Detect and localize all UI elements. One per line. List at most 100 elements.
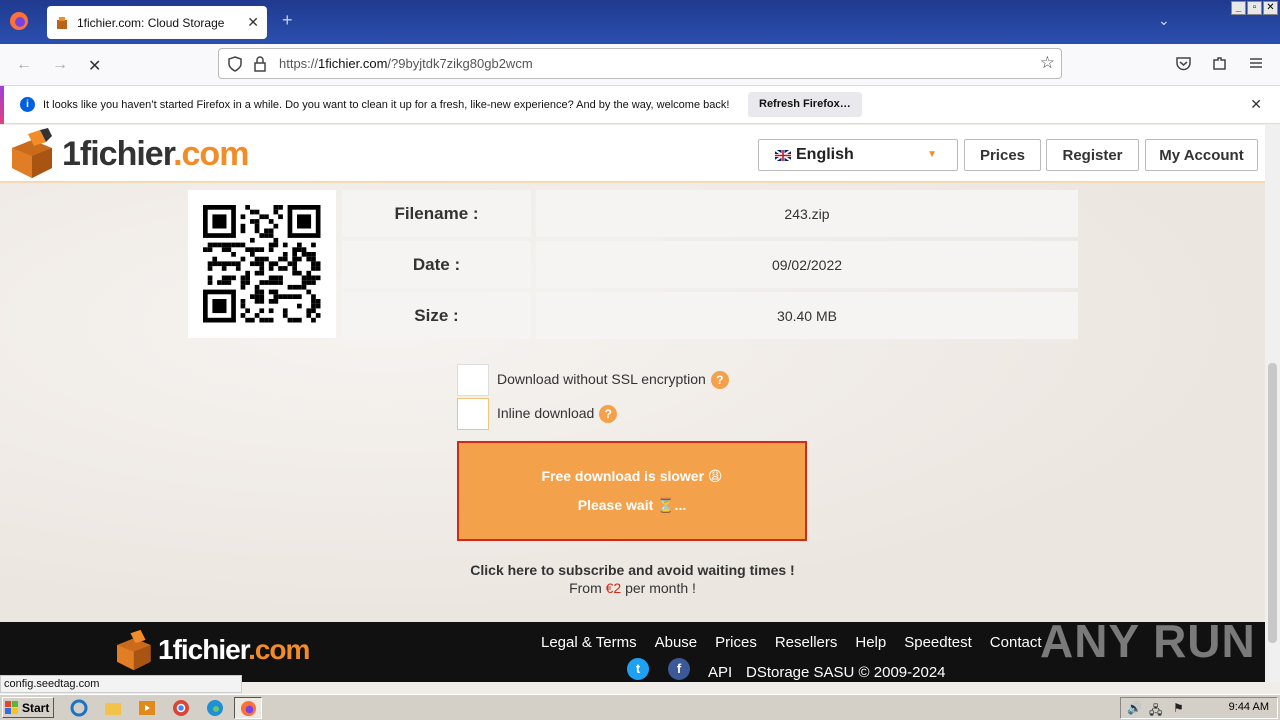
- url-host: 1fichier.com: [318, 56, 388, 71]
- footer-logo[interactable]: 1fichier.com: [112, 628, 310, 672]
- date-value: 09/02/2022: [536, 241, 1078, 288]
- firefox-icon[interactable]: [8, 10, 30, 32]
- clock: 9:44 AM: [1228, 701, 1269, 713]
- new-tab-icon[interactable]: +: [282, 10, 293, 31]
- bookmark-star-icon[interactable]: ☆: [1040, 53, 1055, 73]
- free-download-button[interactable]: Free download is slower 😩 Please wait ⏳.…: [457, 441, 807, 541]
- back-arrow-icon[interactable]: ←: [16, 56, 32, 74]
- subscribe-link[interactable]: Click here to subscribe and avoid waitin…: [0, 562, 1265, 578]
- notification-accent-bar: [0, 85, 4, 124]
- box-logo-icon: [117, 629, 151, 671]
- footer-logo-text: 1fichier.com: [158, 634, 310, 665]
- list-tabs-chevron-icon[interactable]: ⌄: [1158, 12, 1170, 29]
- scrollbar-thumb[interactable]: [1268, 363, 1277, 643]
- uk-flag-icon: [775, 149, 791, 161]
- my-account-button[interactable]: My Account: [1145, 139, 1258, 171]
- help-icon[interactable]: ?: [599, 405, 618, 424]
- media-player-icon[interactable]: [138, 699, 156, 717]
- download-line-2: Please wait ⏳...: [577, 497, 687, 513]
- internet-explorer-icon[interactable]: [70, 699, 88, 717]
- anyrun-watermark: ANY RUN: [1040, 615, 1256, 667]
- footer-link-resellers[interactable]: Resellers: [775, 634, 838, 651]
- flag-icon[interactable]: ⚑: [1173, 701, 1184, 715]
- logo-text: 1fichier.com: [62, 134, 249, 173]
- filename-value: 243.zip: [536, 190, 1078, 237]
- footer-link-help[interactable]: Help: [855, 634, 886, 651]
- status-bar: config.seedtag.com: [0, 675, 242, 693]
- tab-title: 1fichier.com: Cloud Storage: [77, 15, 225, 30]
- tab-cloud-storage[interactable]: 1fichier.com: Cloud Storage ✕: [47, 6, 267, 39]
- lock-icon[interactable]: [253, 56, 267, 72]
- footer-link-abuse[interactable]: Abuse: [655, 634, 698, 651]
- prices-button[interactable]: Prices: [964, 139, 1041, 171]
- edge-icon[interactable]: [206, 699, 224, 717]
- notification-message: It looks like you haven’t started Firefo…: [43, 98, 730, 111]
- windows-logo-icon: [5, 700, 18, 714]
- minimize-icon[interactable]: _: [1231, 1, 1246, 15]
- no-ssl-checkbox[interactable]: [457, 364, 489, 396]
- forward-arrow-icon[interactable]: →: [52, 56, 68, 74]
- system-tray: 🔊 🖧 ⚑ 9:44 AM: [1120, 697, 1278, 719]
- footer-copyright: DStorage SASU © 2009-2024: [746, 664, 946, 681]
- no-ssl-label: Download without SSL encryption: [497, 371, 706, 387]
- window-controls: _ ▫ ✕: [1231, 1, 1278, 15]
- help-icon[interactable]: ?: [710, 371, 729, 390]
- download-line-1: Free download is slower 😩: [541, 468, 723, 484]
- refresh-firefox-button[interactable]: Refresh Firefox…: [748, 92, 862, 117]
- browser-nav-bar: ← → ✕ https://1fichier.com/?9byjtdk7zikg…: [0, 44, 1280, 86]
- maximize-icon[interactable]: ▫: [1247, 1, 1262, 15]
- folder-icon[interactable]: [104, 699, 122, 717]
- chevron-down-icon: ▼: [927, 149, 937, 160]
- language-select[interactable]: English ▼: [758, 139, 958, 171]
- shield-icon[interactable]: [227, 56, 243, 72]
- volume-icon[interactable]: 🔊: [1127, 701, 1142, 715]
- start-button[interactable]: Start: [2, 697, 54, 718]
- firefox-taskbar-button[interactable]: [234, 697, 262, 719]
- url-path: /?9byjtdk7zikg80gb2wcm: [387, 56, 533, 71]
- qr-code-icon: [203, 205, 321, 323]
- info-icon: i: [20, 97, 35, 112]
- footer-link-api[interactable]: API: [708, 664, 732, 681]
- url-bar[interactable]: https://1fichier.com/?9byjtdk7zikg80gb2w…: [218, 48, 1062, 79]
- notification-close-icon[interactable]: ✕: [1250, 96, 1262, 113]
- language-label: English: [796, 146, 854, 163]
- site-logo[interactable]: 1fichier.com: [6, 128, 249, 180]
- filename-label: Filename :: [342, 190, 531, 237]
- box-logo-icon: [12, 128, 52, 178]
- footer-link-prices[interactable]: Prices: [715, 634, 757, 651]
- price-value: €2: [605, 580, 622, 596]
- footer-link-contact[interactable]: Contact: [990, 634, 1042, 651]
- site-header: 1fichier.com English ▼ Prices Register M…: [0, 125, 1265, 183]
- tab-close-icon[interactable]: ✕: [247, 14, 259, 31]
- hamburger-menu-icon[interactable]: [1248, 55, 1264, 71]
- browser-tab-bar: 1fichier.com: Cloud Storage ✕ + ⌄ _ ▫ ✕: [0, 0, 1280, 44]
- inline-download-option: Inline download?: [497, 405, 618, 424]
- footer-link-speedtest[interactable]: Speedtest: [904, 634, 972, 651]
- stop-loading-icon[interactable]: ✕: [88, 56, 101, 76]
- qr-code: [188, 190, 336, 338]
- site-favicon-icon: [57, 16, 67, 29]
- window-close-icon[interactable]: ✕: [1263, 1, 1278, 15]
- start-label: Start: [22, 700, 50, 715]
- extensions-icon[interactable]: [1211, 55, 1228, 72]
- register-button[interactable]: Register: [1046, 139, 1139, 171]
- firefox-icon: [240, 700, 257, 717]
- chrome-icon[interactable]: [172, 699, 190, 717]
- pocket-icon[interactable]: [1175, 55, 1192, 72]
- page-scrollbar[interactable]: [1265, 125, 1280, 682]
- facebook-icon[interactable]: f: [668, 658, 690, 680]
- size-value: 30.40 MB: [536, 292, 1078, 339]
- page-content: 1fichier.com English ▼ Prices Register M…: [0, 125, 1265, 622]
- footer-link-legal[interactable]: Legal & Terms: [541, 634, 637, 651]
- size-label: Size :: [342, 292, 531, 339]
- subscribe-price: From €2 per month !: [569, 580, 696, 596]
- url-prefix: https://: [279, 56, 319, 71]
- inline-download-label: Inline download: [497, 405, 595, 421]
- firefox-notification-bar: i It looks like you haven’t started Fire…: [0, 85, 1280, 124]
- twitter-icon[interactable]: t: [627, 658, 649, 680]
- windows-taskbar: Start 🔊 🖧 ⚑ 9:44 AM: [0, 694, 1280, 720]
- no-ssl-option: Download without SSL encryption?: [497, 371, 729, 390]
- date-label: Date :: [342, 241, 531, 288]
- network-icon[interactable]: 🖧: [1149, 701, 1162, 720]
- inline-download-checkbox[interactable]: [457, 398, 489, 430]
